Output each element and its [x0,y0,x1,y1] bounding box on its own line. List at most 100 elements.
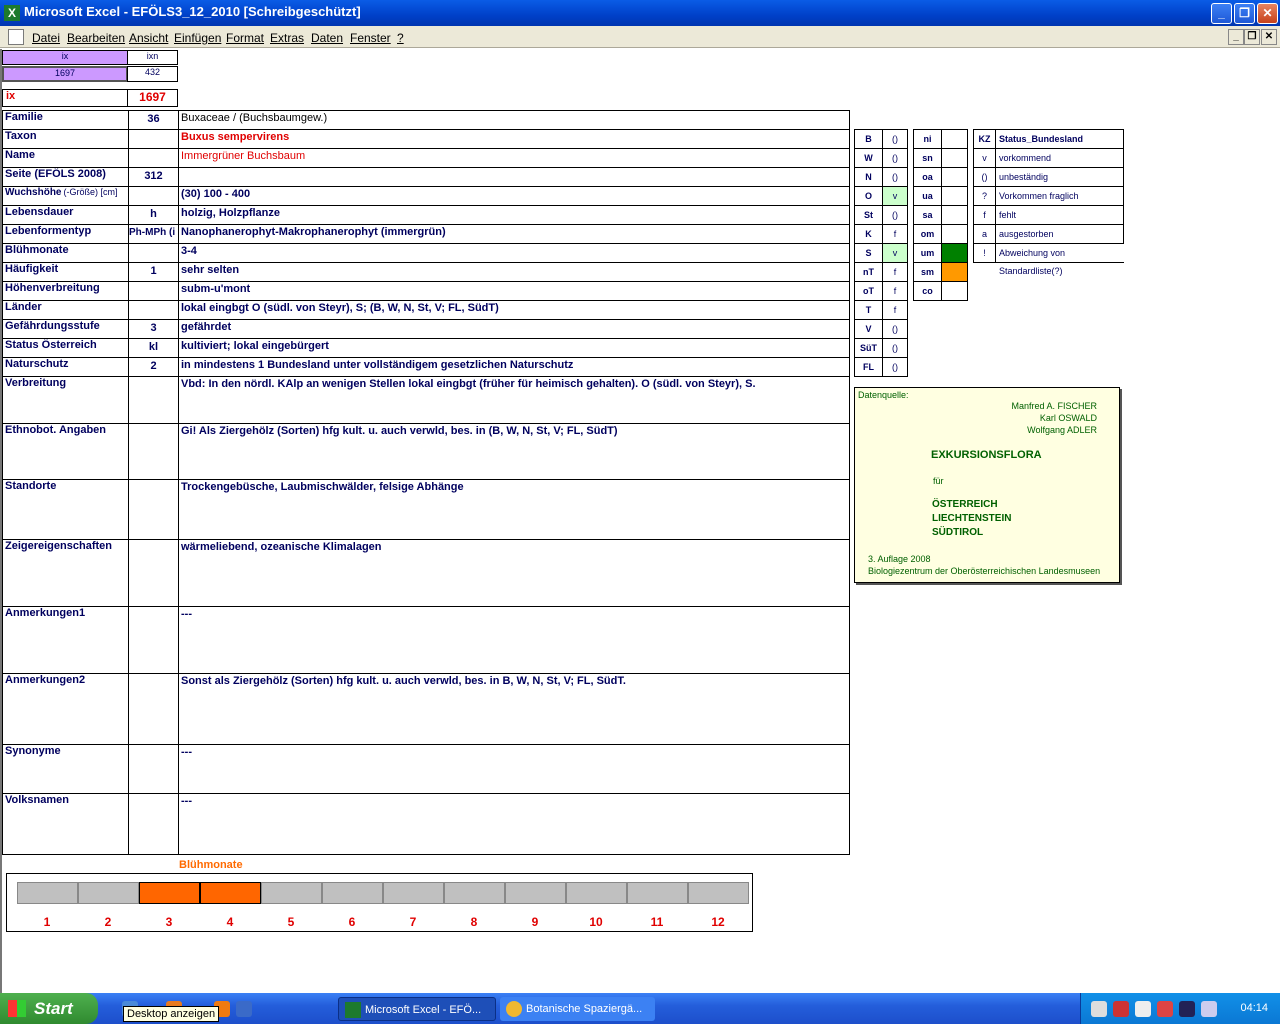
row-label[interactable]: Standorte [2,479,129,540]
altitude-flag[interactable] [941,262,968,282]
row-label[interactable]: Naturschutz [2,357,129,377]
row-code[interactable] [128,793,179,855]
row-value[interactable] [178,167,850,187]
menu-extras[interactable]: Extras [270,31,304,45]
row-value[interactable]: Nanophanerophyt-Makrophanerophyt (immerg… [178,224,850,244]
row-code[interactable] [128,744,179,794]
row-value[interactable]: (30) 100 - 400 [178,186,850,206]
security-icon[interactable] [1157,1001,1173,1017]
row-code[interactable]: 2 [128,357,179,377]
maximize-button[interactable]: ❐ [1234,3,1255,24]
start-button[interactable]: Start [0,993,98,1024]
row-value[interactable]: --- [178,744,850,794]
row-code[interactable] [128,243,179,263]
altitude-flag[interactable] [941,281,968,301]
doc-restore-button[interactable]: ❐ [1244,29,1260,45]
altitude-flag[interactable] [941,148,968,168]
row-value[interactable]: in mindestens 1 Bundesland unter vollstä… [178,357,850,377]
row-label[interactable]: Anmerkungen1 [2,606,129,674]
row-code[interactable] [128,148,179,168]
row-label[interactable]: Ethnobot. Angaben [2,423,129,480]
row-value[interactable]: Gi! Als Ziergehölz (Sorten) hfg kult. u.… [178,423,850,480]
shield-icon[interactable] [1179,1001,1195,1017]
row-value[interactable]: Vbd: In den nördl. KAlp an wenigen Stell… [178,376,850,424]
row-value[interactable]: Buxaceae / (Buchsbaumgew.) [178,110,850,130]
row-label[interactable]: Lebensdauer [2,205,129,225]
row-label[interactable]: Häufigkeit [2,262,129,282]
altitude-flag[interactable] [941,243,968,263]
row-code[interactable] [128,423,179,480]
ix-big-value[interactable]: 1697 [127,89,178,107]
menu-einfuegen[interactable]: Einfügen [174,31,221,45]
state-status[interactable]: () [882,357,908,377]
row-value[interactable]: --- [178,793,850,855]
row-value[interactable]: sehr selten [178,262,850,282]
state-status[interactable]: f [882,300,908,320]
quicklaunch-icon[interactable] [236,1001,252,1017]
state-status[interactable]: () [882,148,908,168]
menu-daten[interactable]: Daten [311,31,343,45]
state-status[interactable]: () [882,338,908,358]
row-code[interactable]: kl [128,338,179,358]
task-botanische[interactable]: Botanische Spaziergä... [500,997,655,1021]
row-label[interactable]: Zeigereigenschaften [2,539,129,607]
row-code[interactable]: 36 [128,110,179,130]
minimize-button[interactable]: _ [1211,3,1232,24]
state-status[interactable]: () [882,205,908,225]
altitude-flag[interactable] [941,167,968,187]
altitude-flag[interactable] [941,205,968,225]
doc-minimize-button[interactable]: _ [1228,29,1244,45]
ixn-value-cell[interactable]: 432 [127,66,178,82]
row-value[interactable]: Buxus sempervirens [178,129,850,149]
altitude-flag[interactable] [941,224,968,244]
state-status[interactable]: () [882,129,908,149]
row-label[interactable]: Synonyme [2,744,129,794]
altitude-flag[interactable] [941,129,968,149]
ix-value-cell[interactable]: 1697 [2,66,128,82]
update-icon[interactable] [1201,1001,1217,1017]
row-code[interactable] [128,606,179,674]
menu-ansicht[interactable]: Ansicht [129,31,168,45]
row-value[interactable]: gefährdet [178,319,850,339]
row-value[interactable]: kultiviert; lokal eingebürgert [178,338,850,358]
sound-icon[interactable] [1113,1001,1129,1017]
row-value[interactable]: lokal eingbgt O (südl. von Steyr), S; (B… [178,300,850,320]
row-label[interactable]: Anmerkungen2 [2,673,129,745]
row-code[interactable] [128,673,179,745]
row-code[interactable] [128,539,179,607]
state-status[interactable]: v [882,186,908,206]
close-button[interactable]: ✕ [1257,3,1278,24]
row-code[interactable]: Ph-MPh (i [128,224,179,244]
state-status[interactable]: () [882,167,908,187]
row-label[interactable]: Länder [2,300,129,320]
row-code[interactable]: 1 [128,262,179,282]
menu-bearbeiten[interactable]: Bearbeiten [67,31,125,45]
row-value[interactable]: Sonst als Ziergehölz (Sorten) hfg kult. … [178,673,850,745]
row-code[interactable] [128,281,179,301]
doc-close-button[interactable]: ✕ [1261,29,1277,45]
row-label[interactable]: Name [2,148,129,168]
row-value[interactable]: holzig, Holzpflanze [178,205,850,225]
task-excel[interactable]: Microsoft Excel - EFÖ... [338,997,496,1021]
row-label[interactable]: Lebenformentyp [2,224,129,244]
menu-datei[interactable]: Datei [32,31,60,45]
row-code[interactable] [128,186,179,206]
network-icon[interactable] [1091,1001,1107,1017]
row-value[interactable]: subm-u'mont [178,281,850,301]
row-code[interactable] [128,376,179,424]
search-icon[interactable] [1135,1001,1151,1017]
row-label[interactable]: Verbreitung [2,376,129,424]
row-label[interactable]: Taxon [2,129,129,149]
row-value[interactable]: 3-4 [178,243,850,263]
row-label[interactable]: Familie [2,110,129,130]
menu-fenster[interactable]: Fenster [350,31,391,45]
row-label[interactable]: Gefährdungsstufe [2,319,129,339]
row-label[interactable]: Volksnamen [2,793,129,855]
row-label[interactable]: Höhenverbreitung [2,281,129,301]
menu-help[interactable]: ? [397,31,404,45]
state-status[interactable]: f [882,262,908,282]
row-code[interactable] [128,129,179,149]
row-code[interactable] [128,479,179,540]
row-label[interactable]: Blühmonate [2,243,129,263]
row-code[interactable]: 312 [128,167,179,187]
